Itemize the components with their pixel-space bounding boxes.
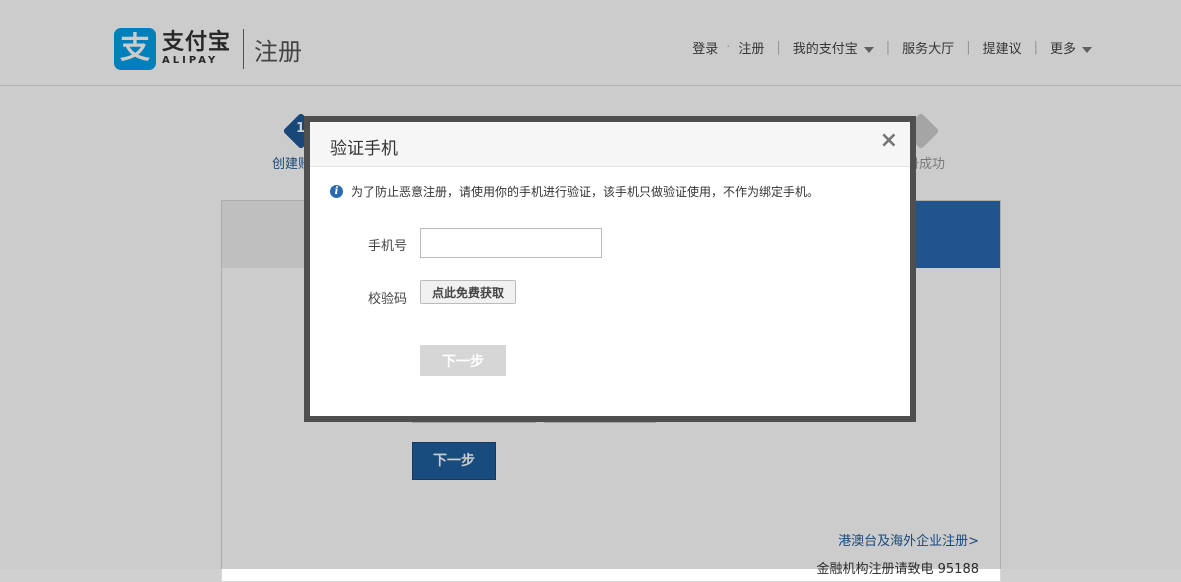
verify-phone-dialog: 验证手机 × i 为了防止恶意注册，请使用你的手机进行验证，该手机只做验证使用，… — [310, 122, 910, 416]
phone-input[interactable] — [420, 228, 602, 258]
get-code-button[interactable]: 点此免费获取 — [420, 280, 516, 304]
info-text: 为了防止恶意注册，请使用你的手机进行验证，该手机只做验证使用，不作为绑定手机。 — [351, 185, 820, 199]
close-icon[interactable]: × — [880, 128, 898, 153]
info-icon: i — [330, 185, 343, 198]
dialog-title: 验证手机 — [330, 139, 398, 159]
dialog-header: 验证手机 × — [310, 122, 910, 167]
phone-label: 手机号 — [368, 239, 408, 254]
code-label: 校验码 — [368, 292, 408, 307]
next-button[interactable]: 下一步 — [420, 345, 506, 376]
info-message: i 为了防止恶意注册，请使用你的手机进行验证，该手机只做验证使用，不作为绑定手机… — [330, 183, 819, 200]
